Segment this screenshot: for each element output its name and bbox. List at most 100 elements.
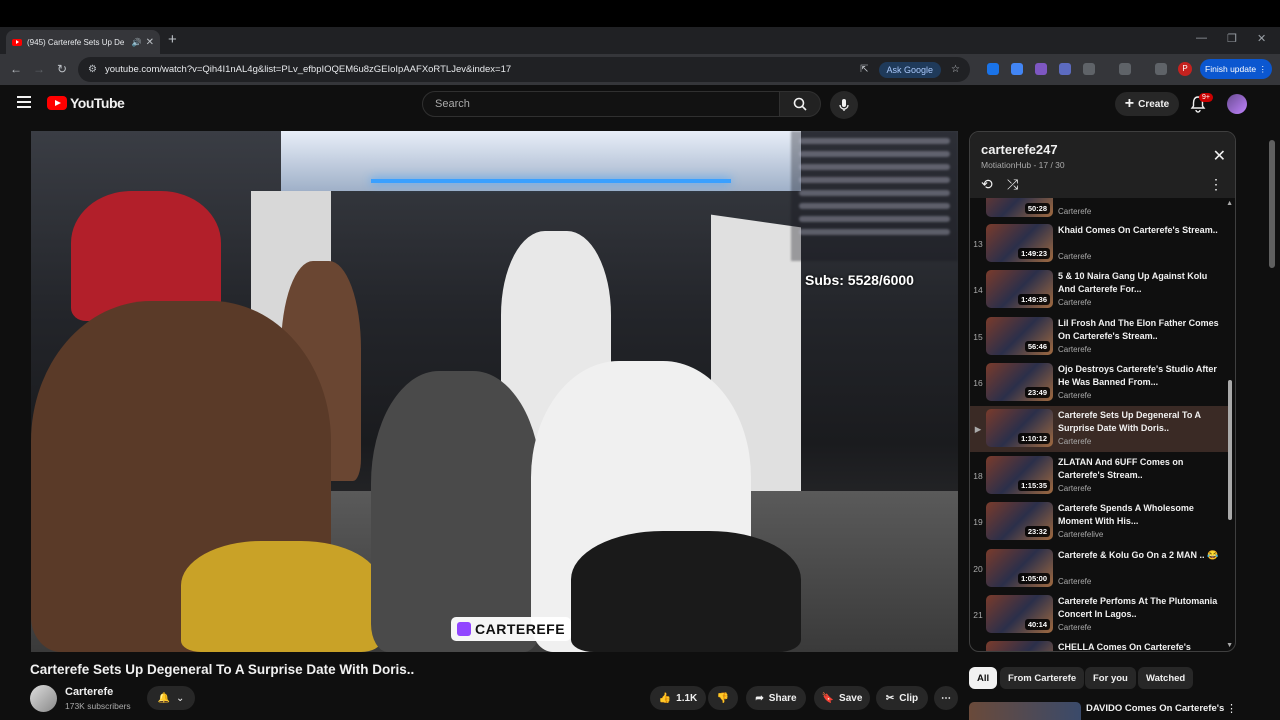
playlist-item-channel: Carterefe: [1058, 391, 1092, 400]
profile-avatar[interactable]: P: [1178, 62, 1192, 76]
duration-badge: 23:32: [1024, 526, 1050, 537]
recommended-title[interactable]: DAVIDO Comes On Carterefe's: [1086, 703, 1224, 714]
minimize-icon[interactable]: —: [1196, 32, 1207, 44]
close-icon[interactable]: ✕: [1213, 146, 1226, 166]
playlist-item-index: 19: [973, 517, 983, 527]
finish-update-button[interactable]: Finish update ⋮: [1200, 59, 1272, 79]
extension-icon[interactable]: [1059, 63, 1071, 75]
chip-watched[interactable]: Watched: [1138, 667, 1194, 689]
twitch-brand-overlay: CARTEREFE: [451, 617, 572, 641]
scroll-down-icon[interactable]: ▼: [1226, 642, 1233, 649]
search-icon: [793, 97, 807, 111]
playlist-thumbnail: 1:10:12: [986, 409, 1053, 447]
url-text[interactable]: youtube.com/watch?v=Qih4I1nAL4g&list=PLv…: [105, 64, 860, 75]
clip-button[interactable]: ✂ Clip: [876, 686, 928, 710]
playlist-item[interactable]: 16 23:49 Ojo Destroys Carterefe's Studio…: [970, 360, 1228, 406]
playlist-item[interactable]: 21 40:14 Carterefe Perfoms At The Plutom…: [970, 592, 1228, 638]
scroll-up-icon[interactable]: ▲: [1226, 200, 1233, 207]
thumbs-up-icon: 👍: [658, 692, 672, 704]
extension-icon[interactable]: [987, 63, 999, 75]
speaker-icon[interactable]: 🔊: [132, 38, 142, 47]
dislike-button[interactable]: 👎: [708, 686, 738, 710]
playlist-item-channel: Carterefe: [1058, 484, 1092, 493]
more-actions-button[interactable]: ⋯: [934, 686, 958, 710]
playlist-item[interactable]: 50:28 Carterefe: [970, 198, 1228, 222]
create-button[interactable]: + Create: [1115, 92, 1179, 116]
share-button[interactable]: ➦ Share: [746, 686, 806, 710]
close-tab-icon[interactable]: ✕: [146, 37, 154, 48]
more-vertical-icon[interactable]: ⋮: [1226, 702, 1237, 715]
bookmark-star-icon[interactable]: ☆: [951, 64, 960, 75]
playlist-item[interactable]: 13 1:49:23 Khaid Comes On Carterefe's St…: [970, 221, 1228, 267]
playlist-item-channel: Carterefe: [1058, 345, 1092, 354]
playlist-title[interactable]: carterefe247: [981, 142, 1058, 157]
ask-google-button[interactable]: Ask Google: [878, 61, 942, 78]
tab-search-icon[interactable]: [1119, 63, 1131, 75]
browser-toolbar: ← → ↻ ⚙ youtube.com/watch?v=Qih4I1nAL4g&…: [0, 54, 1280, 85]
page-scrollbar[interactable]: [1269, 140, 1275, 268]
playlist-item-title: CHELLA Comes On Carterefe's: [1058, 642, 1191, 652]
playlist-item[interactable]: 14 1:49:36 5 & 10 Naira Gang Up Against …: [970, 267, 1228, 313]
save-button[interactable]: 🔖 Save: [814, 686, 870, 710]
like-count: 1.1K: [676, 692, 698, 704]
loop-icon[interactable]: ⟲: [981, 176, 993, 193]
video-player[interactable]: Subs: 5528/6000 CARTEREFE: [31, 131, 958, 652]
recommended-thumbnail[interactable]: [969, 702, 1081, 720]
video-person: [571, 531, 801, 652]
duration-badge: 23:49: [1024, 387, 1050, 398]
playlist-scrollbar[interactable]: [1228, 380, 1232, 520]
subscription-bell-button[interactable]: 🔔 ⌄: [147, 686, 195, 710]
bell-icon: 🔔: [157, 692, 171, 704]
translate-icon[interactable]: [1011, 63, 1023, 75]
cast-icon[interactable]: ⇱: [860, 64, 868, 75]
close-window-icon[interactable]: ✕: [1257, 32, 1266, 45]
playlist-panel: carterefe247 MotiationHub - 17 / 30 ✕ ⟲ …: [969, 131, 1236, 652]
playlist-item[interactable]: 15 56:46 Lil Frosh And The Elon Father C…: [970, 314, 1228, 360]
subs-overlay: Subs: 5528/6000: [805, 272, 914, 288]
site-info-icon[interactable]: ⚙: [88, 64, 97, 75]
browser-tab[interactable]: (945) Carterefe Sets Up De 🔊 ✕: [6, 30, 160, 54]
channel-name[interactable]: Carterefe: [65, 686, 113, 698]
reload-icon[interactable]: ↻: [57, 62, 67, 76]
maximize-icon[interactable]: ❐: [1227, 32, 1237, 45]
chip-for-you[interactable]: For you: [1085, 667, 1136, 689]
playlist-thumbnail: 50:28: [986, 198, 1053, 217]
new-tab-icon[interactable]: +: [168, 31, 177, 48]
search-input[interactable]: Search: [422, 91, 780, 117]
extension-icon[interactable]: [1035, 63, 1047, 75]
search-button[interactable]: [779, 91, 821, 117]
thumbs-down-icon: 👎: [716, 692, 730, 704]
playlist-item[interactable]: 19 23:32 Carterefe Spends A Wholesome Mo…: [970, 499, 1228, 545]
microphone-icon: [839, 99, 849, 111]
playlist-item-index: 13: [973, 239, 983, 249]
duration-badge: 1:49:23: [1018, 248, 1050, 259]
extensions-puzzle-icon[interactable]: [1083, 63, 1095, 75]
video-frame-led: [371, 179, 731, 183]
playlist-item[interactable]: CHELLA Comes On Carterefe's: [970, 638, 1228, 652]
search-placeholder: Search: [435, 98, 470, 110]
more-horizontal-icon: ⋯: [941, 692, 951, 704]
top-band: [0, 0, 1280, 27]
playlist-item-channel: Carterefe: [1058, 623, 1092, 632]
playlist-item[interactable]: 20 1:05:00 Carterefe & Kolu Go On a 2 MA…: [970, 546, 1228, 592]
shuffle-icon[interactable]: ⤮: [1007, 176, 1018, 193]
menu-icon[interactable]: [17, 96, 31, 111]
channel-avatar[interactable]: [30, 685, 57, 712]
chip-all[interactable]: All: [969, 667, 998, 689]
like-button[interactable]: 👍 1.1K: [650, 686, 706, 710]
reading-list-icon[interactable]: [1155, 63, 1167, 75]
browser-tab-strip: (945) Carterefe Sets Up De 🔊 ✕ + — ❐ ✕: [0, 27, 1280, 54]
forward-icon[interactable]: →: [33, 62, 45, 76]
account-avatar[interactable]: [1227, 94, 1247, 114]
stream-chat-overlay: [791, 131, 958, 261]
address-bar[interactable]: ⚙ youtube.com/watch?v=Qih4I1nAL4g&list=P…: [78, 57, 970, 82]
chip-from-carterefe[interactable]: From Carterefe: [1000, 667, 1085, 689]
youtube-logo[interactable]: YouTube: [47, 95, 125, 111]
voice-search-button[interactable]: [830, 91, 858, 119]
back-icon[interactable]: ←: [10, 62, 22, 76]
playlist-item-channel: Carterefe: [1058, 437, 1092, 446]
playlist-item[interactable]: 18 1:15:35 ZLATAN And 6UFF Comes on Cart…: [970, 453, 1228, 499]
playlist-item-current[interactable]: ▶ 1:10:12 Carterefe Sets Up Degeneral To…: [970, 406, 1228, 452]
youtube-logo-text: YouTube: [70, 95, 125, 111]
more-vertical-icon[interactable]: ⋮: [1209, 176, 1223, 193]
